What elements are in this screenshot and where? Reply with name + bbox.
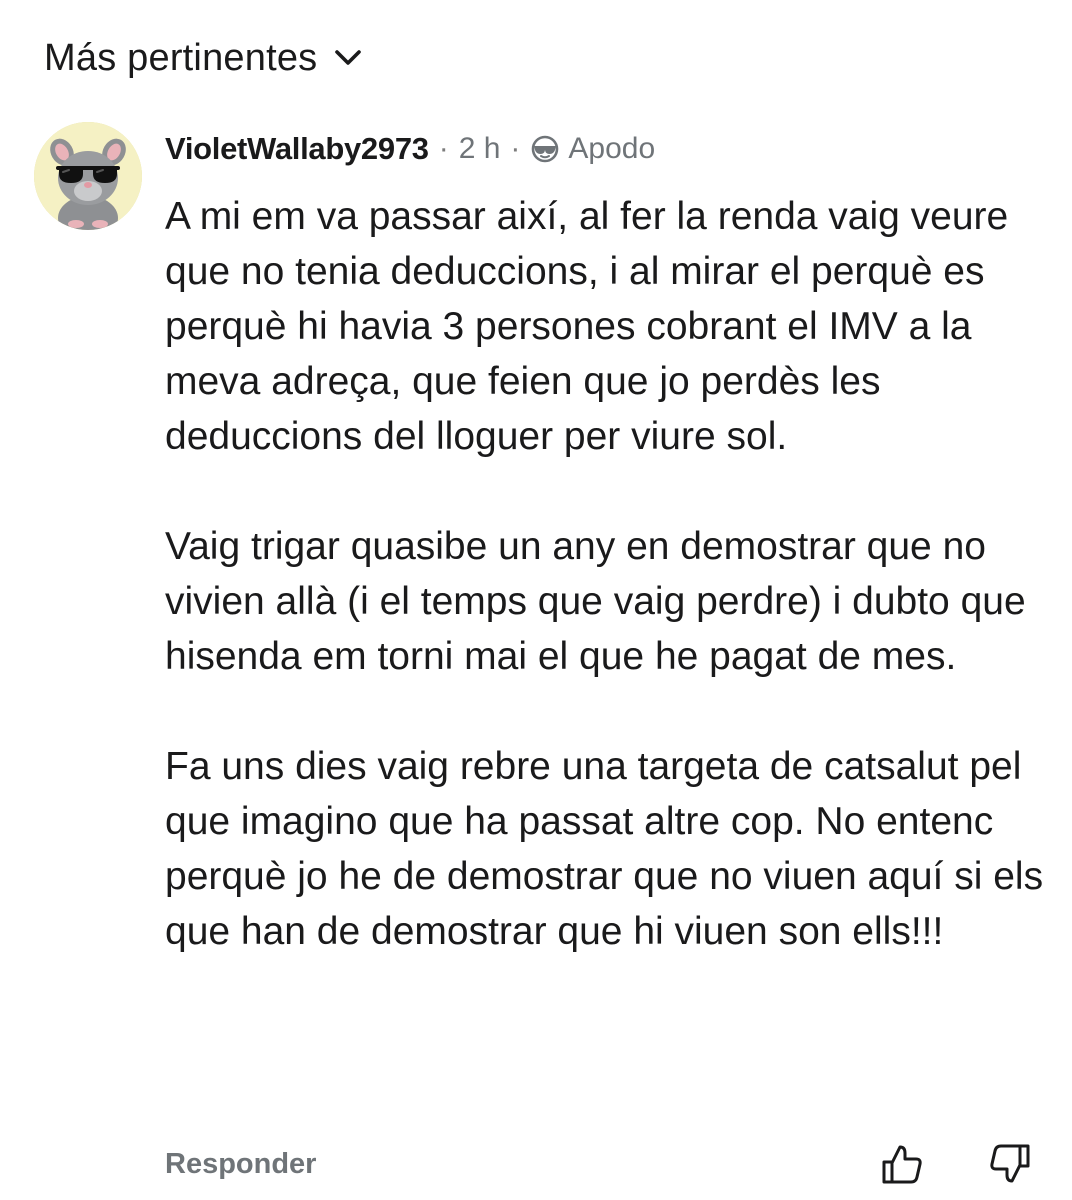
sort-dropdown[interactable]: Más pertinentes [44,30,365,86]
vote-group [877,1139,1035,1189]
timestamp: 2 h [458,132,501,165]
separator-dot: · [510,132,521,165]
flair-label: Apodo [568,132,656,165]
thumbs-down-icon [990,1144,1030,1183]
comment-paragraph: A mi em va passar així, al fer la renda … [165,195,1009,458]
sort-label: Más pertinentes [44,36,318,79]
user-flair: Apodo [530,132,655,166]
comment-header: VioletWallaby2973 · 2 h · Apodo [165,124,655,174]
upvote-button[interactable] [877,1139,927,1189]
thumbs-up-icon [882,1145,922,1184]
reply-button[interactable]: Responder [165,1148,316,1181]
avatar-animal-sunglasses-icon [34,122,142,230]
comment-paragraph: Fa uns dies vaig rebre una targeta de ca… [165,745,1044,953]
comment-actions: Responder [165,1138,1035,1190]
downvote-button[interactable] [985,1139,1035,1189]
avatar[interactable] [34,122,142,230]
separator-dot: · [438,132,449,165]
username-link[interactable]: VioletWallaby2973 [165,131,429,167]
comment-body: A mi em va passar així, al fer la renda … [165,189,1045,959]
sunglasses-icon [530,134,560,164]
chevron-down-icon [331,41,365,75]
comment-paragraph: Vaig trigar quasibe un any en demostrar … [165,525,1026,678]
